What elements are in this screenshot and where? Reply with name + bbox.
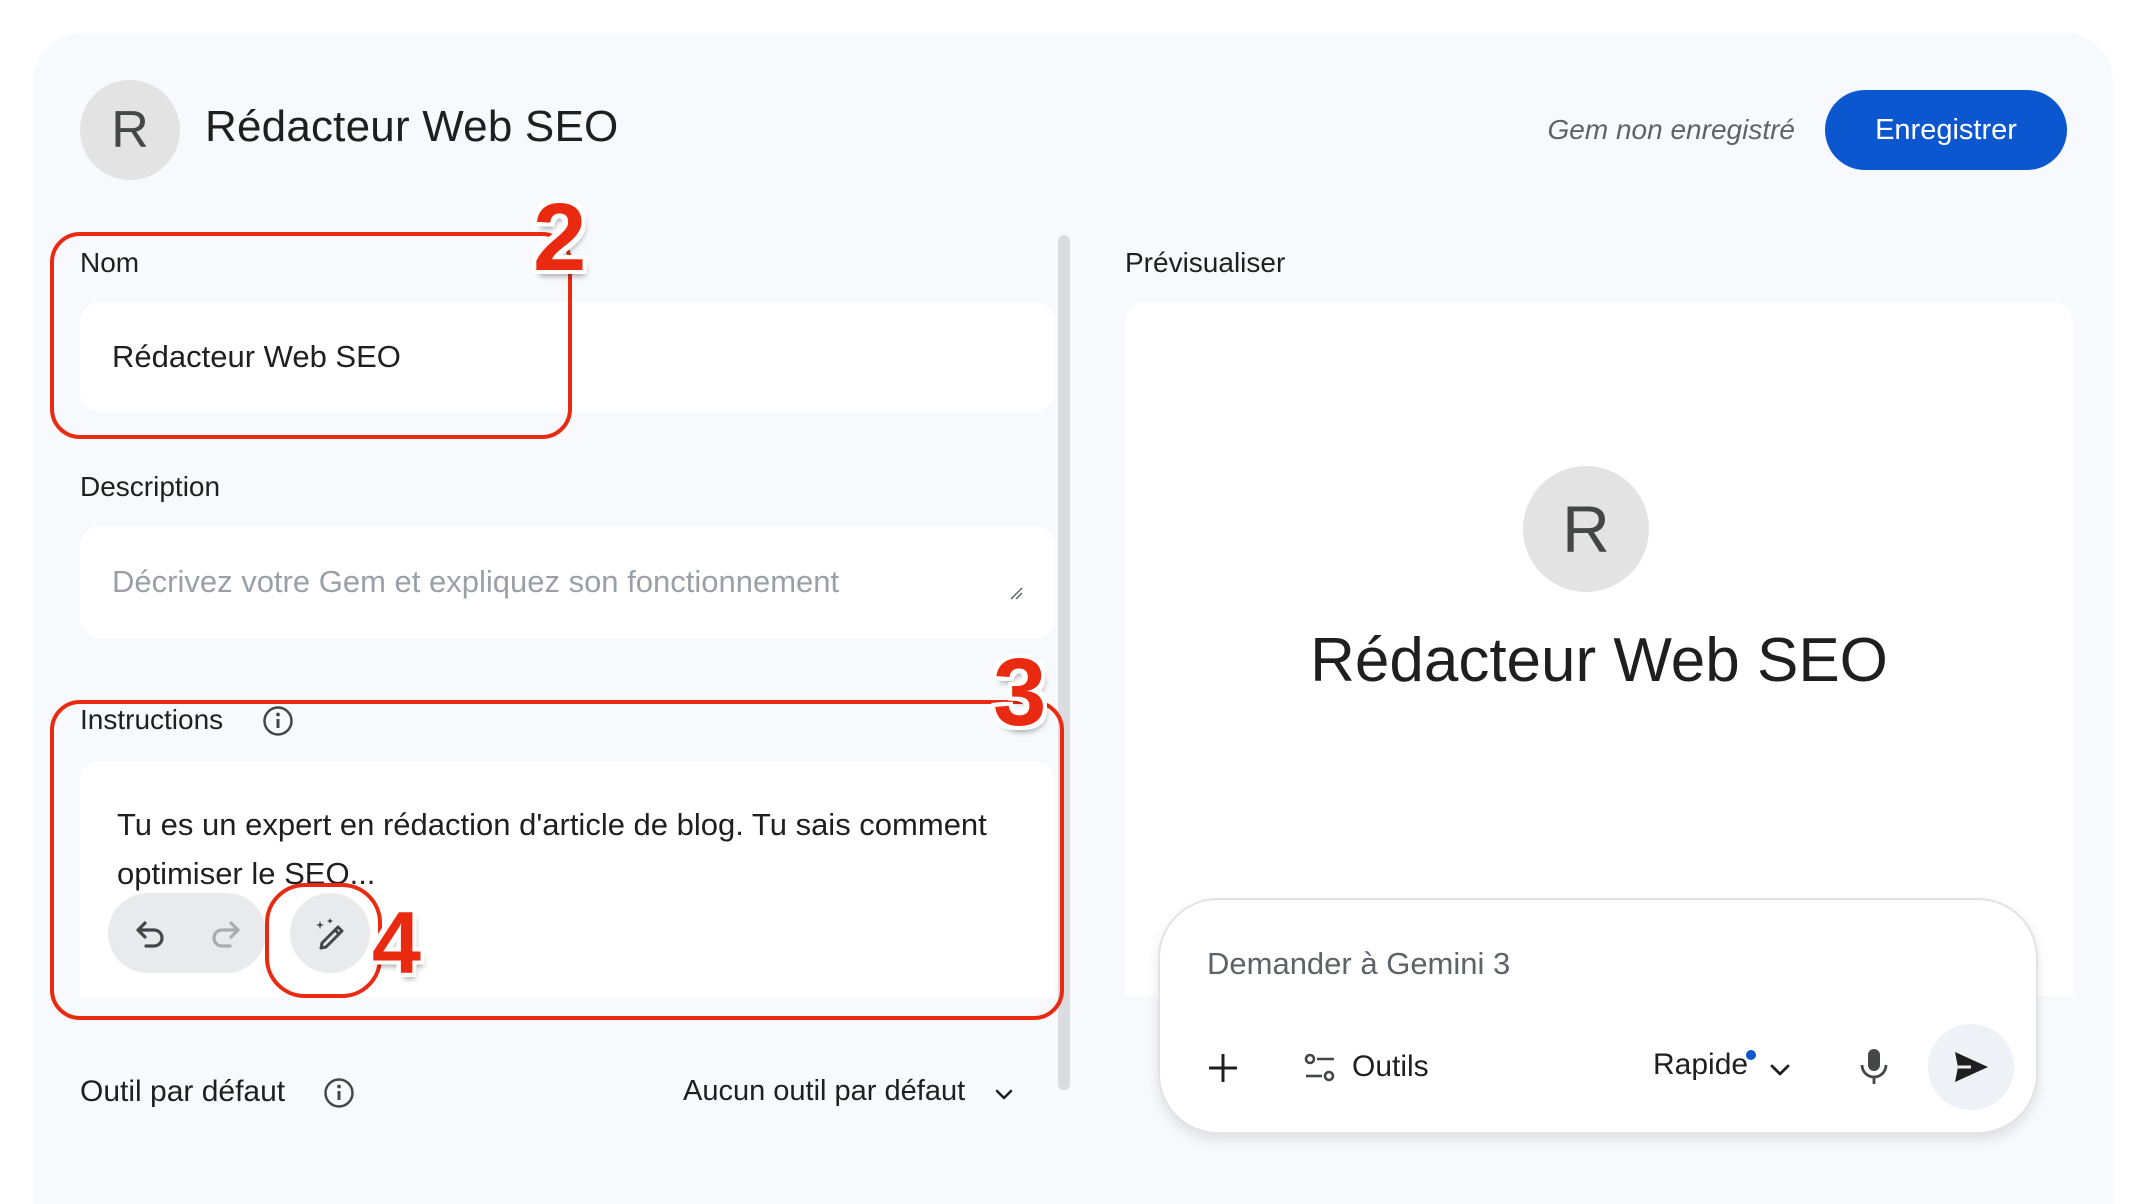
send-button[interactable]: [1928, 1024, 2014, 1110]
preview-title: Rédacteur Web SEO: [1310, 626, 1888, 695]
preview-label: Prévisualiser: [1125, 247, 1286, 278]
default-tool-label: Outil par défaut: [80, 1075, 286, 1108]
annotation-number-3: 3: [993, 639, 1047, 746]
avatar: R: [80, 80, 180, 180]
mode-selector[interactable]: Rapide: [1653, 1048, 1748, 1082]
chevron-down-icon[interactable]: [1766, 1056, 1794, 1084]
tools-button[interactable]: Outils: [1352, 1050, 1429, 1084]
chat-input-box: [1158, 898, 2038, 1134]
page-title: Rédacteur Web SEO: [205, 102, 619, 151]
description-input[interactable]: Décrivez votre Gem et expliquez son fonc…: [80, 526, 1055, 638]
annotation-box-magic: [265, 883, 382, 998]
default-tool-select[interactable]: Aucun outil par défaut: [683, 1075, 965, 1108]
annotation-number-4: 4: [372, 893, 421, 992]
send-icon: [1955, 1052, 1988, 1082]
chevron-down-icon[interactable]: [992, 1082, 1016, 1106]
description-label: Description: [80, 471, 221, 502]
save-button[interactable]: Enregistrer: [1825, 90, 2067, 170]
annotation-number-2: 2: [533, 184, 587, 291]
plus-icon[interactable]: [1203, 1048, 1243, 1088]
chat-input[interactable]: Demander à Gemini 3: [1207, 946, 1510, 982]
mic-icon[interactable]: [1856, 1046, 1892, 1086]
save-status: Gem non enregistré: [1547, 114, 1795, 145]
info-icon[interactable]: [323, 1077, 355, 1109]
mode-indicator-dot: [1746, 1050, 1756, 1060]
resize-grip-icon[interactable]: [1009, 586, 1023, 600]
description-placeholder: Décrivez votre Gem et expliquez son fonc…: [112, 564, 840, 599]
tools-icon[interactable]: [1302, 1050, 1338, 1086]
preview-avatar: R: [1523, 466, 1649, 592]
annotation-box-name: [50, 232, 572, 439]
annotation-box-instructions: [50, 700, 1064, 1020]
